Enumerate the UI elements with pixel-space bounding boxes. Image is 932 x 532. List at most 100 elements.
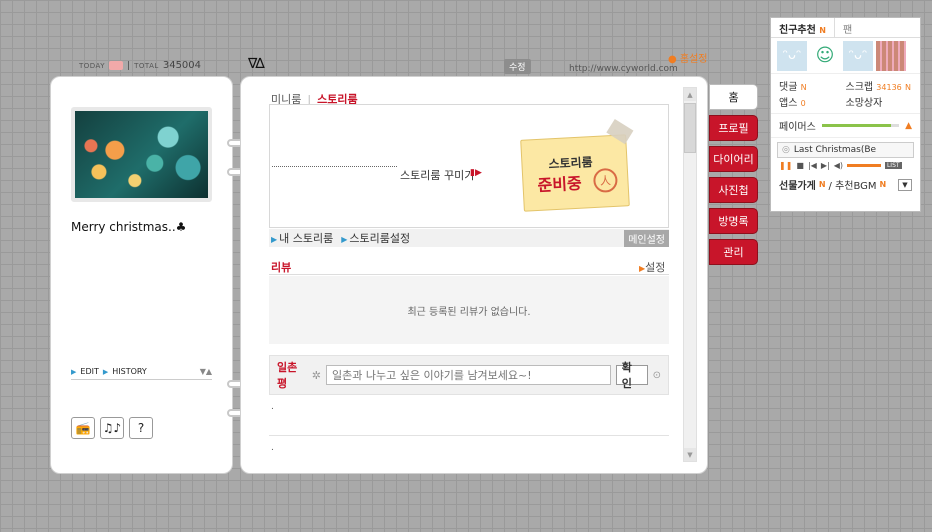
scroll-up-icon[interactable]: ▲ <box>684 88 696 101</box>
scrap-link[interactable]: 스크랩 34136 N <box>846 78 913 93</box>
ilchon-label: 일촌평 <box>277 361 298 390</box>
comment-item: . <box>271 402 274 412</box>
music-icon[interactable]: ♫♪ <box>100 417 124 439</box>
homepage-url[interactable]: http://www.cyworld.com <box>569 64 678 74</box>
apps-count: 0 <box>800 99 806 108</box>
menu-item-album[interactable]: 사진첩 <box>709 177 758 203</box>
stop-icon[interactable]: ■ <box>796 161 804 170</box>
chevron-down-icon[interactable]: ▼ <box>898 178 912 191</box>
comments-link[interactable]: 댓글 N <box>779 78 846 93</box>
main-setting-button[interactable]: 메인설정 <box>624 229 669 247</box>
today-label: TODAY <box>79 61 106 70</box>
gift-shop-link[interactable]: 선물가게 <box>779 177 816 192</box>
playlist-button[interactable]: LIST <box>884 162 902 169</box>
gear-icon[interactable]: ✲ <box>312 369 321 382</box>
note-status: 준비중 <box>537 173 583 195</box>
friends-widget: 친구추천 N 팬 ᵔᴗᵔ ☺ ᵔᴗᵔ 댓글 N 스크랩 34136 N 앱스 0… <box>770 17 921 212</box>
edit-history-bar: ▶ EDIT ▶ HISTORY ▼▲ <box>71 367 212 376</box>
arrow-up-icon[interactable]: ▲ <box>905 121 912 131</box>
tab-friend-label: 친구추천 <box>779 25 816 36</box>
new-badge: N <box>800 83 807 92</box>
review-empty-message: 최근 등록된 리뷰가 없습니다. <box>269 276 669 344</box>
comments-label: 댓글 <box>779 82 798 93</box>
stamp-icon: 人 <box>592 167 619 194</box>
new-badge: N <box>819 26 826 35</box>
gift-shop-bar: 선물가게 N / 추천BGM N ▼ <box>771 173 920 196</box>
scroll-down-icon[interactable]: ▼ <box>684 448 696 461</box>
home-setting-link[interactable]: ● 홈설정 <box>668 50 708 65</box>
arrow-icon: ▶ <box>341 235 348 244</box>
famous-meter: 페이머스 ▲ <box>771 114 920 138</box>
side-menu: 홈 프로필 다이어리 사진첩 방명록 관리 <box>709 84 758 265</box>
menu-item-home[interactable]: 홈 <box>709 84 758 110</box>
new-badge: N <box>879 180 887 189</box>
edit-title-button[interactable]: 수정 <box>504 59 531 74</box>
player-controls: ❚❚ ■ |◀ ▶| ◀) LIST <box>771 158 920 173</box>
scrap-count: 34136 <box>876 83 902 92</box>
apps-label: 앱스 <box>779 98 798 109</box>
menu-item-profile[interactable]: 프로필 <box>709 115 758 141</box>
my-storyroom-link[interactable]: ▶ 내 스토리룸 <box>271 230 333 246</box>
total-label: TOTAL <box>134 61 159 70</box>
profile-photo[interactable] <box>71 107 212 202</box>
profile-motto: Merry christmas..♣ <box>71 220 187 234</box>
arrow-icon: ▶ <box>271 235 278 244</box>
storyroom-setting-label: 스토리룸설정 <box>349 232 411 245</box>
profile-tool-buttons: 📻 ♫♪ ? <box>71 417 153 439</box>
ilchon-comment-bar: 일촌평 ✲ 확인 ⊙ <box>269 355 669 395</box>
collapse-toggle-icon[interactable]: ▼▲ <box>200 367 212 376</box>
review-setting-label: 설정 <box>645 261 666 274</box>
new-badge: N <box>904 83 911 92</box>
ilchon-comment-input[interactable] <box>326 365 611 385</box>
edit-arrow-icon: ▶ <box>71 367 77 376</box>
dotted-divider <box>272 166 397 167</box>
coming-soon-note: 스토리룸 준비중 人 <box>520 118 634 212</box>
famous-label: 페이머스 <box>779 122 816 133</box>
play-arrow-icon: ▮▶ <box>470 168 482 178</box>
divider <box>269 274 669 275</box>
title-arrows-icon[interactable]: ∇∆ <box>248 56 265 72</box>
radio-icon[interactable]: 📻 <box>71 417 95 439</box>
divider <box>71 379 212 380</box>
history-arrow-icon: ▶ <box>102 367 109 376</box>
song-title: Last Christmas(Be <box>793 145 877 155</box>
recommend-bgm-link[interactable]: / 추천BGM <box>829 177 877 192</box>
apps-link[interactable]: 앱스 0 <box>779 94 846 109</box>
review-title: 리뷰 <box>271 261 292 274</box>
pause-icon[interactable]: ❚❚ <box>779 161 792 170</box>
scrollbar[interactable]: ▲ ▼ <box>683 87 697 462</box>
storyroom-setting-link[interactable]: ▶ 스토리룸설정 <box>341 230 410 246</box>
avatar[interactable] <box>876 40 906 71</box>
total-count: 345004 <box>162 60 202 71</box>
decorate-storyroom-link[interactable]: 스토리룸 꾸미기 <box>400 167 474 183</box>
volume-slider[interactable] <box>846 164 881 167</box>
my-storyroom-label: 내 스토리룸 <box>279 232 334 245</box>
edit-link[interactable]: EDIT <box>80 367 98 376</box>
storyroom-links: ▶ 내 스토리룸 ▶ 스토리룸설정 메인설정 <box>269 229 669 247</box>
menu-item-guestbook[interactable]: 방명록 <box>709 208 758 234</box>
menu-item-diary[interactable]: 다이어리 <box>709 146 758 172</box>
recommended-friends: ᵔᴗᵔ ☺ ᵔᴗᵔ <box>771 38 920 74</box>
tab-friend-recommend[interactable]: 친구추천 N <box>771 18 835 37</box>
wish-box-link[interactable]: 소망상자 <box>846 94 913 109</box>
menu-item-admin[interactable]: 관리 <box>709 239 758 265</box>
profile-panel: Merry christmas..♣ ▶ EDIT ▶ HISTORY ▼▲ 📻… <box>50 76 233 474</box>
confirm-button[interactable]: 확인 <box>615 361 648 390</box>
avatar[interactable]: ᵔᴗᵔ <box>777 40 807 71</box>
tab-fan[interactable]: 팬 <box>835 18 860 37</box>
review-setting-link[interactable]: ▶설정 <box>639 259 665 275</box>
avatar[interactable]: ᵔᴗᵔ <box>843 40 873 71</box>
counter-separator: | <box>127 60 131 71</box>
storyroom-box: 스토리룸 꾸미기 ▮▶ 스토리룸 준비중 人 <box>269 104 669 228</box>
refresh-icon[interactable]: ⊙ <box>653 370 661 381</box>
bgm-player[interactable]: ◎ Last Christmas(Be <box>777 142 914 158</box>
comment-item: . <box>271 443 274 453</box>
prev-icon[interactable]: |◀ <box>808 161 817 170</box>
today-count-badge <box>109 61 124 70</box>
history-link[interactable]: HISTORY <box>112 367 147 376</box>
help-icon[interactable]: ? <box>129 417 153 439</box>
avatar[interactable]: ☺ <box>810 40 840 71</box>
famous-progress-fill <box>821 124 892 127</box>
next-icon[interactable]: ▶| <box>821 161 830 170</box>
scroll-thumb[interactable] <box>684 103 696 153</box>
